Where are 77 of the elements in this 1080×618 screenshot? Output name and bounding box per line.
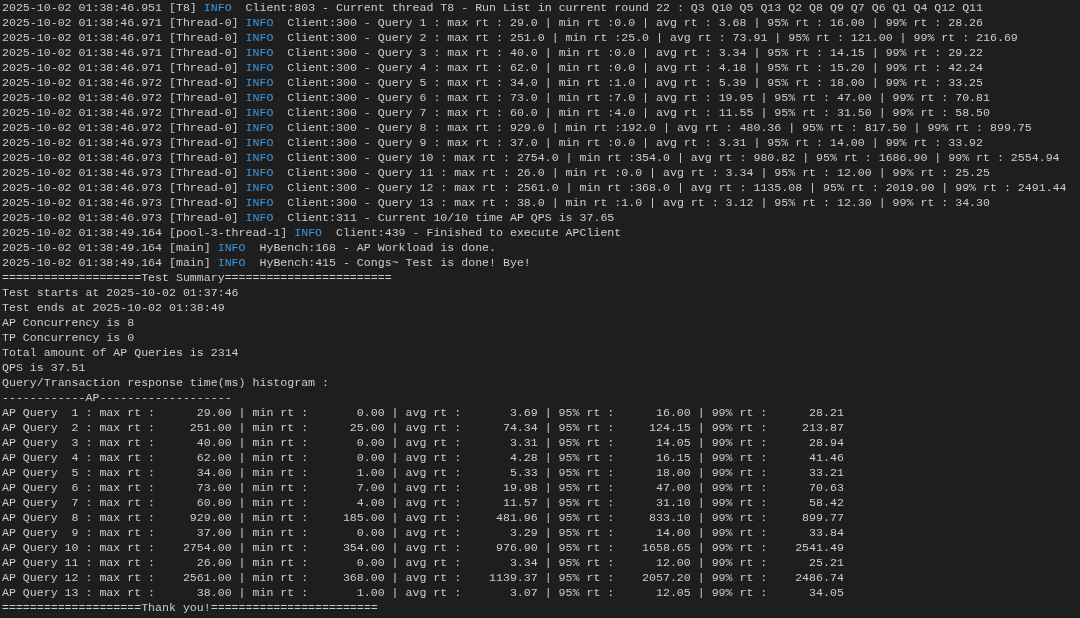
log-prefix: 2025-10-02 01:38:49.164 [main]	[2, 241, 211, 254]
log-prefix: 2025-10-02 01:38:46.972 [Thread-0]	[2, 121, 239, 134]
histogram-row: AP Query 13 : max rt : 38.00 | min rt : 1.00 | avg rt : 3.07 | 95% rt : 12.05 | 99% rt : 34.05	[2, 586, 844, 599]
histogram-row: AP Query 7 : max rt : 60.00 | min rt : 4.00 | avg rt : 11.57 | 95% rt : 31.10 | 99% rt : 58.42	[2, 496, 844, 509]
summary-line: TP Concurrency is 0	[2, 331, 135, 344]
log-prefix: 2025-10-02 01:38:46.971 [Thread-0]	[2, 61, 239, 74]
log-message: Client:300 - Query 13 : max rt : 38.0 | min rt :1.0 | avg rt : 3.12 | 95% rt : 12.30 | 99% rt : 34.30	[287, 196, 990, 209]
log-level: INFO	[203, 1, 232, 14]
log-level: INFO	[245, 46, 274, 59]
log-prefix: 2025-10-02 01:38:46.972 [Thread-0]	[2, 91, 239, 104]
log-prefix: 2025-10-02 01:38:46.973 [Thread-0]	[2, 151, 239, 164]
log-message: HyBench:168 - AP Workload is done.	[259, 241, 497, 254]
log-level: INFO	[245, 16, 274, 29]
log-prefix: 2025-10-02 01:38:46.971 [Thread-0]	[2, 16, 239, 29]
histogram-row: AP Query 1 : max rt : 29.00 | min rt : 0.00 | avg rt : 3.69 | 95% rt : 16.00 | 99% rt : 28.21	[2, 406, 844, 419]
log-prefix: 2025-10-02 01:38:46.973 [Thread-0]	[2, 181, 239, 194]
log-level: INFO	[245, 76, 274, 89]
log-level: INFO	[245, 61, 274, 74]
histogram-row: AP Query 3 : max rt : 40.00 | min rt : 0.00 | avg rt : 3.31 | 95% rt : 14.05 | 99% rt : 28.94	[2, 436, 844, 449]
log-level: INFO	[245, 136, 274, 149]
log-prefix: 2025-10-02 01:38:46.973 [Thread-0]	[2, 136, 239, 149]
log-message: Client:300 - Query 10 : max rt : 2754.0 | min rt :354.0 | avg rt : 980.82 | 95% rt : 1686.90 | 99% rt : 2554.94	[287, 151, 1060, 164]
log-message: Client:300 - Query 9 : max rt : 37.0 | min rt :0.0 | avg rt : 3.31 | 95% rt : 14.00 | 99% rt : 33.92	[287, 136, 984, 149]
log-prefix: 2025-10-02 01:38:46.951 [T8]	[2, 1, 197, 14]
log-message: Client:300 - Query 3 : max rt : 40.0 | min rt :0.0 | avg rt : 3.34 | 95% rt : 14.15 | 99% rt : 29.22	[287, 46, 984, 59]
histogram-row: AP Query 11 : max rt : 26.00 | min rt : 0.00 | avg rt : 3.34 | 95% rt : 12.00 | 99% rt : 25.21	[2, 556, 844, 569]
summary-line: AP Concurrency is 8	[2, 316, 135, 329]
log-message: Client:300 - Query 11 : max rt : 26.0 | min rt :0.0 | avg rt : 3.34 | 95% rt : 12.00 | 99% rt : 25.25	[287, 166, 990, 179]
log-level: INFO	[245, 106, 274, 119]
summary-header: ====================Test Summary========================	[2, 271, 392, 284]
log-prefix: 2025-10-02 01:38:49.164 [main]	[2, 256, 211, 269]
log-prefix: 2025-10-02 01:38:49.164 [pool-3-thread-1]	[2, 226, 288, 239]
log-level: INFO	[245, 166, 274, 179]
summary-line: Test ends at 2025-10-02 01:38:49	[2, 301, 225, 314]
summary-line: Total amount of AP Queries is 2314	[2, 346, 239, 359]
log-message: Client:300 - Query 5 : max rt : 34.0 | min rt :1.0 | avg rt : 5.39 | 95% rt : 18.00 | 99% rt : 33.25	[287, 76, 984, 89]
log-message: Client:300 - Query 1 : max rt : 29.0 | min rt :0.0 | avg rt : 3.68 | 95% rt : 16.00 | 99% rt : 28.26	[287, 16, 984, 29]
histogram-row: AP Query 9 : max rt : 37.00 | min rt : 0.00 | avg rt : 3.29 | 95% rt : 14.00 | 99% rt : 33.84	[2, 526, 844, 539]
log-message: Client:300 - Query 2 : max rt : 251.0 | min rt :25.0 | avg rt : 73.91 | 95% rt : 121.00 | 99% rt : 216.69	[287, 31, 1018, 44]
log-level: INFO	[294, 226, 323, 239]
histogram-row: AP Query 8 : max rt : 929.00 | min rt : 185.00 | avg rt : 481.96 | 95% rt : 833.10 | 99% rt : 899.77	[2, 511, 844, 524]
log-level: INFO	[245, 151, 274, 164]
log-prefix: 2025-10-02 01:38:46.972 [Thread-0]	[2, 76, 239, 89]
log-level: INFO	[217, 241, 246, 254]
histogram-row: AP Query 6 : max rt : 73.00 | min rt : 7.00 | avg rt : 19.98 | 95% rt : 47.00 | 99% rt : 70.63	[2, 481, 844, 494]
summary-line: QPS is 37.51	[2, 361, 86, 374]
log-message: Client:300 - Query 7 : max rt : 60.0 | min rt :4.0 | avg rt : 11.55 | 95% rt : 31.50 | 99% rt : 58.50	[287, 106, 990, 119]
log-prefix: 2025-10-02 01:38:46.972 [Thread-0]	[2, 106, 239, 119]
log-message: Client:300 - Query 6 : max rt : 73.0 | min rt :7.0 | avg rt : 19.95 | 95% rt : 47.00 | 99% rt : 70.81	[287, 91, 990, 104]
summary-line: Query/Transaction response time(ms) histogram :	[2, 376, 329, 389]
histogram-row: AP Query 4 : max rt : 62.00 | min rt : 0.00 | avg rt : 4.28 | 95% rt : 16.15 | 99% rt : 41.46	[2, 451, 844, 464]
log-message: Client:300 - Query 4 : max rt : 62.0 | min rt :0.0 | avg rt : 4.18 | 95% rt : 15.20 | 99% rt : 42.24	[287, 61, 984, 74]
log-level: INFO	[217, 256, 246, 269]
histogram-row: AP Query 5 : max rt : 34.00 | min rt : 1.00 | avg rt : 5.33 | 95% rt : 18.00 | 99% rt : 33.21	[2, 466, 844, 479]
log-message: HyBench:415 - Congs~ Test is done! Bye!	[259, 256, 531, 269]
histogram-header: ------------AP-------------------	[2, 391, 232, 404]
log-message: Client:311 - Current 10/10 time AP QPS is 37.65	[287, 211, 615, 224]
log-level: INFO	[245, 121, 274, 134]
log-prefix: 2025-10-02 01:38:46.971 [Thread-0]	[2, 46, 239, 59]
summary-line: Test starts at 2025-10-02 01:37:46	[2, 286, 239, 299]
log-message: Client:439 - Finished to execute APClient	[336, 226, 622, 239]
log-level: INFO	[245, 211, 274, 224]
log-message: Client:803 - Current thread T8 - Run List in current round 22 : Q3 Q10 Q5 Q13 Q2 Q8 Q9 Q7 Q6 Q1 Q4 Q12 Q11	[245, 1, 984, 14]
histogram-row: AP Query 10 : max rt : 2754.00 | min rt : 354.00 | avg rt : 976.90 | 95% rt : 1658.65 | 99% rt : 2541.49	[2, 541, 844, 554]
log-level: INFO	[245, 181, 274, 194]
log-message: Client:300 - Query 12 : max rt : 2561.0 | min rt :368.0 | avg rt : 1135.08 | 95% rt : 2019.90 | 99% rt : 2491.44	[287, 181, 1067, 194]
log-prefix: 2025-10-02 01:38:46.973 [Thread-0]	[2, 166, 239, 179]
histogram-row: AP Query 12 : max rt : 2561.00 | min rt : 368.00 | avg rt : 1139.37 | 95% rt : 2057.20 | 99% rt : 2486.74	[2, 571, 844, 584]
log-prefix: 2025-10-02 01:38:46.971 [Thread-0]	[2, 31, 239, 44]
log-prefix: 2025-10-02 01:38:46.973 [Thread-0]	[2, 211, 239, 224]
log-prefix: 2025-10-02 01:38:46.973 [Thread-0]	[2, 196, 239, 209]
footer-line: ====================Thank you!========================	[2, 601, 378, 614]
log-message: Client:300 - Query 8 : max rt : 929.0 | min rt :192.0 | avg rt : 480.36 | 95% rt : 817.50 | 99% rt : 899.75	[287, 121, 1032, 134]
histogram-row: AP Query 2 : max rt : 251.00 | min rt : 25.00 | avg rt : 74.34 | 95% rt : 124.15 | 99% rt : 213.87	[2, 421, 844, 434]
log-level: INFO	[245, 91, 274, 104]
log-level: INFO	[245, 196, 274, 209]
log-level: INFO	[245, 31, 274, 44]
